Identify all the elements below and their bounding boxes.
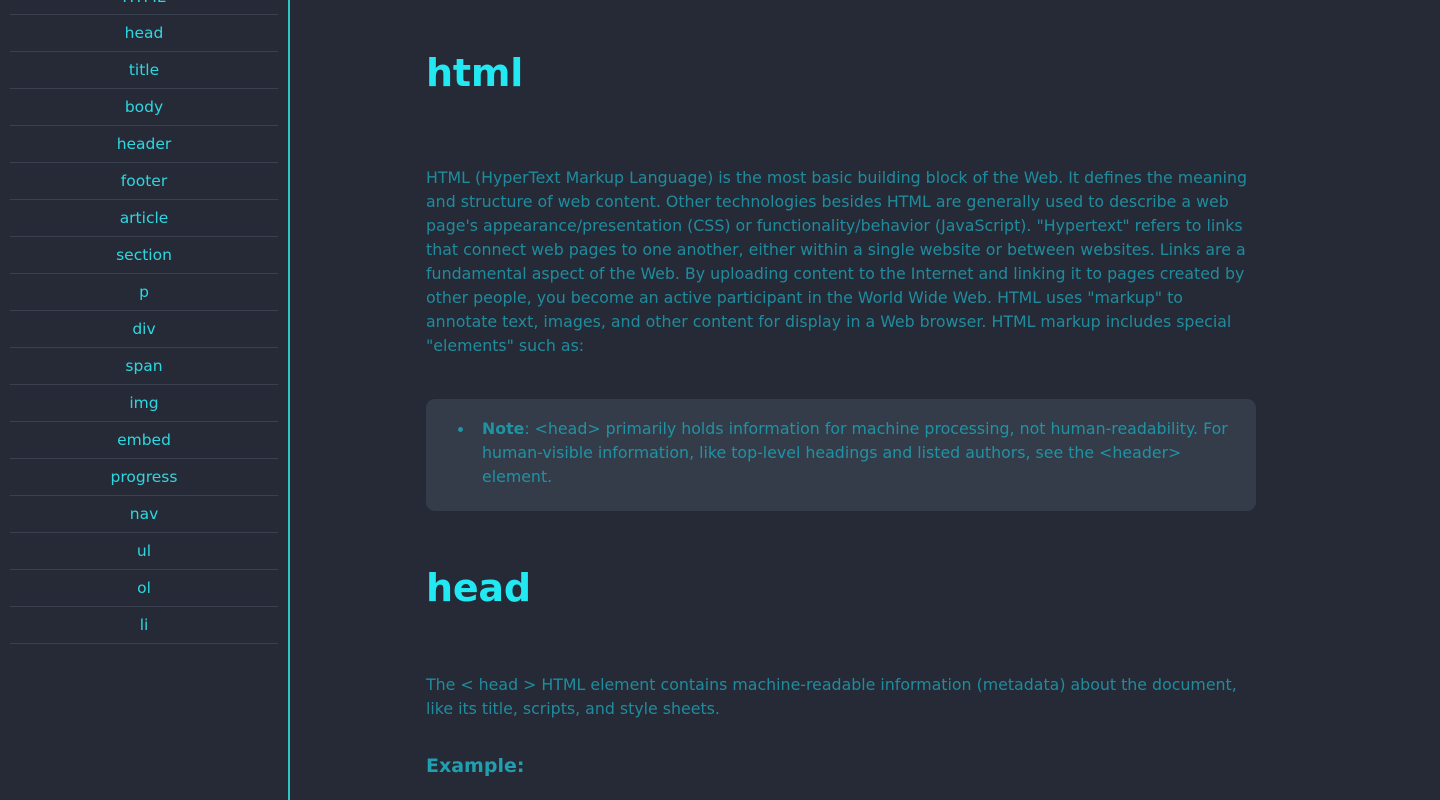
head-description-paragraph: The < head > HTML element contains machi… xyxy=(426,675,1237,719)
sidebar-item-footer[interactable]: footer xyxy=(10,163,278,200)
note-callout: Note: <head> primarily holds information… xyxy=(426,398,1256,511)
page-title: html xyxy=(426,51,524,95)
sidebar-item-title[interactable]: title xyxy=(10,52,278,89)
sidebar-item-li[interactable]: li xyxy=(10,607,278,644)
app-root: HTMLheadtitlebodyheaderfooterarticlesect… xyxy=(0,0,1440,800)
note-label: Note xyxy=(482,418,525,438)
note-text: : <head> primarily holds information for… xyxy=(482,418,1228,486)
sidebar-item-progress[interactable]: progress xyxy=(10,459,278,496)
title-spacer xyxy=(426,96,1256,166)
sidebar-item-header[interactable]: header xyxy=(10,126,278,163)
note-list: Note: <head> primarily holds information… xyxy=(452,417,1230,489)
section-html: html HTML (HyperText Markup Language) is… xyxy=(426,51,1256,511)
sidebar-item-p[interactable]: p xyxy=(10,274,278,311)
sidebar-item-embed[interactable]: embed xyxy=(10,422,278,459)
main-content: html HTML (HyperText Markup Language) is… xyxy=(290,0,1440,800)
sidebar-item-img[interactable]: img xyxy=(10,385,278,422)
sidebar: HTMLheadtitlebodyheaderfooterarticlesect… xyxy=(0,0,290,800)
sidebar-item-nav[interactable]: nav xyxy=(10,496,278,533)
sidebar-item-html[interactable]: HTML xyxy=(10,0,278,15)
sidebar-item-ol[interactable]: ol xyxy=(10,570,278,607)
head-body-wrap: The < head > HTML element contains machi… xyxy=(426,673,1256,777)
section-head: head The < head > HTML element contains … xyxy=(426,565,1256,777)
sidebar-nav-list: HTMLheadtitlebodyheaderfooterarticlesect… xyxy=(0,0,288,644)
sidebar-item-body[interactable]: body xyxy=(10,89,278,126)
head-section-title: head xyxy=(426,565,531,610)
sidebar-item-span[interactable]: span xyxy=(10,348,278,385)
sidebar-item-head[interactable]: head xyxy=(10,15,278,52)
note-list-item: Note: <head> primarily holds information… xyxy=(452,417,1230,489)
sidebar-item-article[interactable]: article xyxy=(10,200,278,237)
content-column: html HTML (HyperText Markup Language) is… xyxy=(426,51,1256,777)
main-inner: html HTML (HyperText Markup Language) is… xyxy=(290,0,1440,777)
example-heading: Example: xyxy=(426,755,525,778)
sidebar-item-section[interactable]: section xyxy=(10,237,278,274)
html-description-paragraph: HTML (HyperText Markup Language) is the … xyxy=(426,167,1247,355)
sidebar-item-ul[interactable]: ul xyxy=(10,533,278,570)
sidebar-item-div[interactable]: div xyxy=(10,311,278,348)
